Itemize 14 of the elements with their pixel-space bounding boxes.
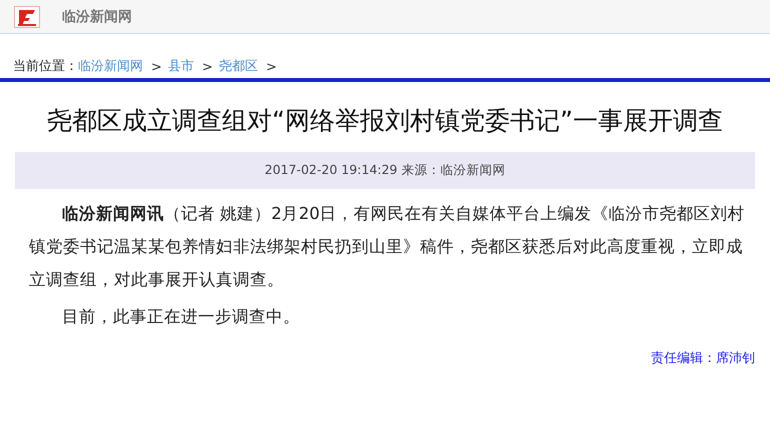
- separator-text: >: [266, 60, 277, 75]
- separator-text: >: [151, 60, 162, 75]
- breadcrumb-link[interactable]: 县市: [168, 57, 194, 75]
- article-title: 尧都区成立调查组对“网络举报刘村镇党委书记”一事展开调查: [46, 106, 724, 135]
- site-name[interactable]: 临汾新闻网: [62, 8, 132, 26]
- article-paragraph: 目前，此事正在进一步调查中。: [61, 306, 301, 328]
- editor-credit: 责任编辑：席沛钊: [651, 351, 755, 366]
- article-paragraph: 临汾新闻网讯（记者 姚建）2月20日，有网民在有关自媒体平台上编发《临汾市尧都区刘村镇党委书记温某某包养情妇非法绑架村民扔到山里》稿件，尧都区获悉后对此高度重视，立即成立调查组，对此事展开认真调查。: [28, 203, 746, 291]
- separator-text: >: [202, 60, 213, 75]
- breadcrumb-label: 当前位置：: [13, 58, 78, 75]
- breadcrumb-link[interactable]: 尧都区: [218, 57, 258, 75]
- publish-info: 2017-02-20 19:14:29 来源：临汾新闻网: [264, 162, 506, 179]
- logo-icon: [14, 6, 40, 28]
- breadcrumb-link[interactable]: 临汾新闻网: [78, 57, 143, 75]
